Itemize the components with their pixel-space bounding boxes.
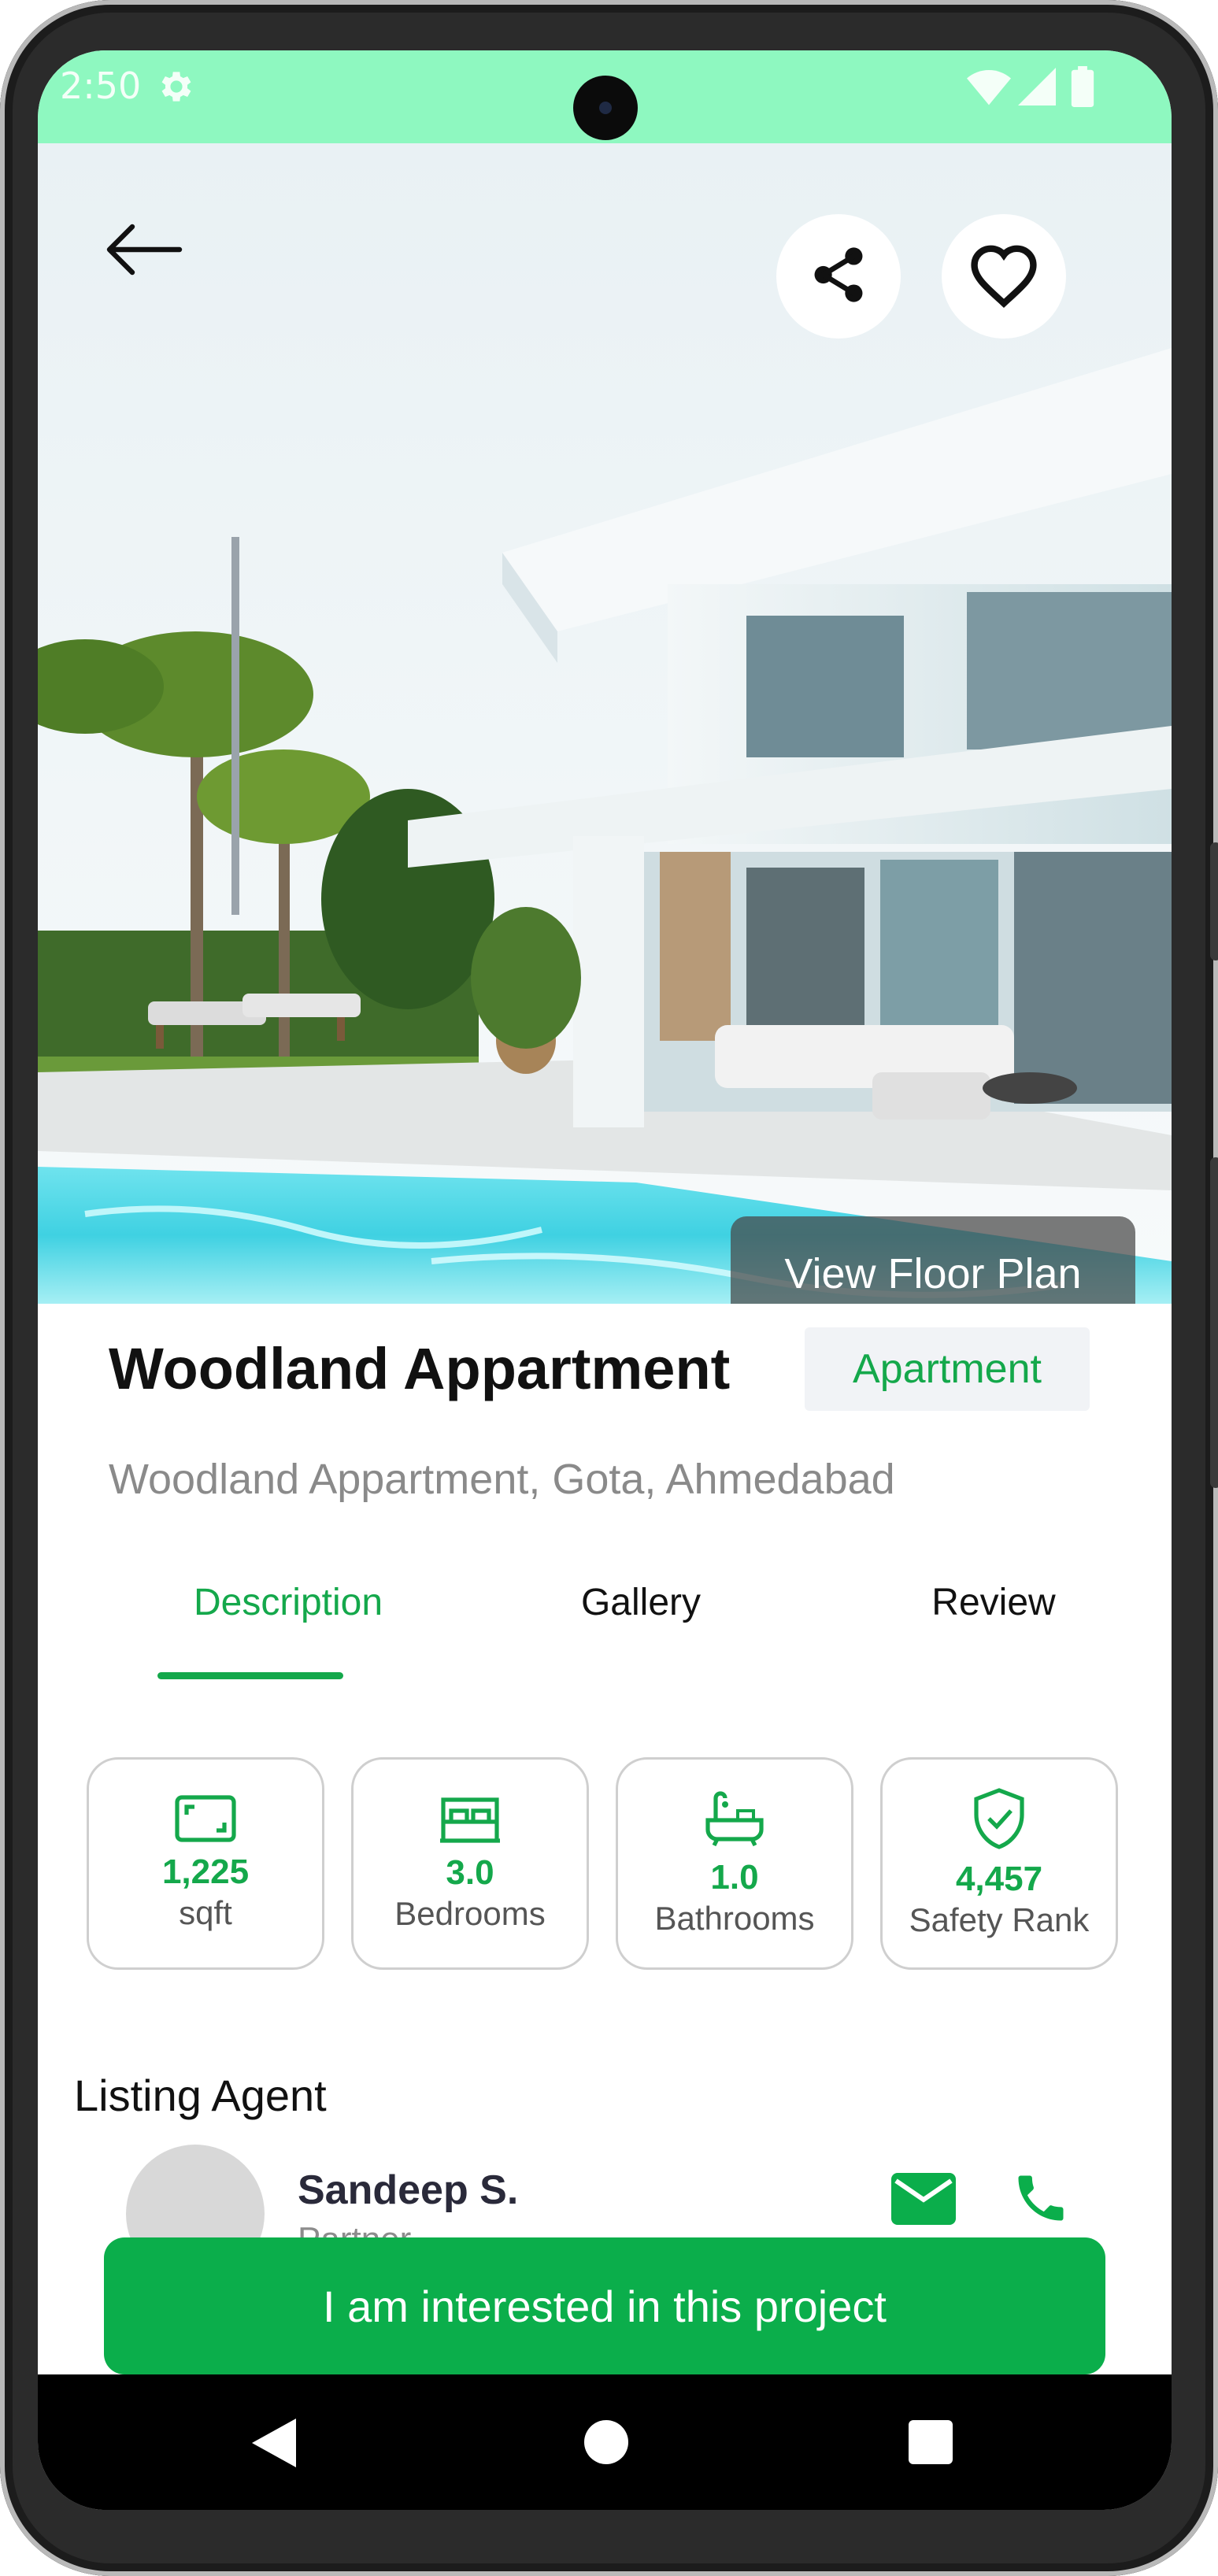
bed-icon	[437, 1793, 503, 1848]
feature-label: sqft	[179, 1893, 232, 1931]
interested-button[interactable]: I am interested in this project	[104, 2237, 1105, 2374]
property-address: Woodland Appartment, Gota, Ahmedabad	[109, 1456, 895, 1503]
status-time: 2:50	[60, 65, 142, 107]
feature-label: Safety Rank	[909, 1901, 1090, 1938]
area-icon	[174, 1794, 237, 1847]
tab-gallery[interactable]: Gallery	[483, 1581, 798, 1624]
feature-label: Bedrooms	[394, 1894, 546, 1932]
property-photo[interactable]: View Floor Plan	[38, 143, 1172, 1304]
power-button	[1210, 1157, 1218, 1488]
wifi-icon	[967, 68, 1011, 109]
favorite-button[interactable]	[942, 214, 1066, 339]
tab-description[interactable]: Description	[131, 1581, 446, 1624]
feature-value: 1,225	[161, 1852, 250, 1891]
battery-icon	[1071, 66, 1094, 111]
feature-label: Bathrooms	[654, 1899, 815, 1937]
feature-card-area: 1,225 sqft	[87, 1757, 324, 1970]
active-tab-indicator	[157, 1672, 343, 1679]
phone-frame: 2:50 View Floor Plan Woodland Appartment…	[0, 0, 1218, 2576]
phone-icon[interactable]	[1011, 2168, 1071, 2232]
heart-outline-icon	[968, 242, 1040, 312]
feature-card-bathrooms: 1.0 Bathrooms	[616, 1757, 853, 1970]
home-circle-icon[interactable]	[584, 2420, 628, 2468]
volume-button	[1210, 842, 1218, 960]
agent-name: Sandeep S.	[298, 2167, 519, 2213]
view-floor-plan-button[interactable]: View Floor Plan	[731, 1216, 1135, 1304]
gear-icon	[156, 66, 197, 111]
feature-card-bedrooms: 3.0 Bedrooms	[351, 1757, 589, 1970]
signal-icon	[1018, 68, 1056, 109]
tab-review[interactable]: Review	[836, 1581, 1151, 1624]
feature-value: 4,457	[955, 1859, 1043, 1898]
property-type-badge: Apartment	[805, 1327, 1090, 1411]
property-title: Woodland Appartment	[109, 1336, 731, 1401]
system-nav-bar	[38, 2374, 1172, 2510]
bathtub-icon	[703, 1789, 766, 1852]
status-bar: 2:50	[38, 50, 1172, 143]
mail-icon[interactable]	[891, 2173, 956, 2229]
feature-value: 3.0	[446, 1852, 494, 1892]
back-arrow-icon[interactable]	[104, 222, 183, 281]
back-triangle-icon[interactable]	[252, 2419, 296, 2471]
shield-check-icon	[972, 1787, 1027, 1854]
listing-agent-heading: Listing Agent	[74, 2071, 327, 2120]
share-button[interactable]	[776, 214, 901, 339]
screen: 2:50 View Floor Plan Woodland Appartment…	[38, 50, 1172, 2510]
recents-square-icon[interactable]	[909, 2420, 953, 2468]
feature-value: 1.0	[710, 1857, 759, 1897]
front-camera	[573, 76, 638, 140]
feature-card-safety: 4,457 Safety Rank	[880, 1757, 1118, 1970]
share-icon	[812, 246, 865, 307]
